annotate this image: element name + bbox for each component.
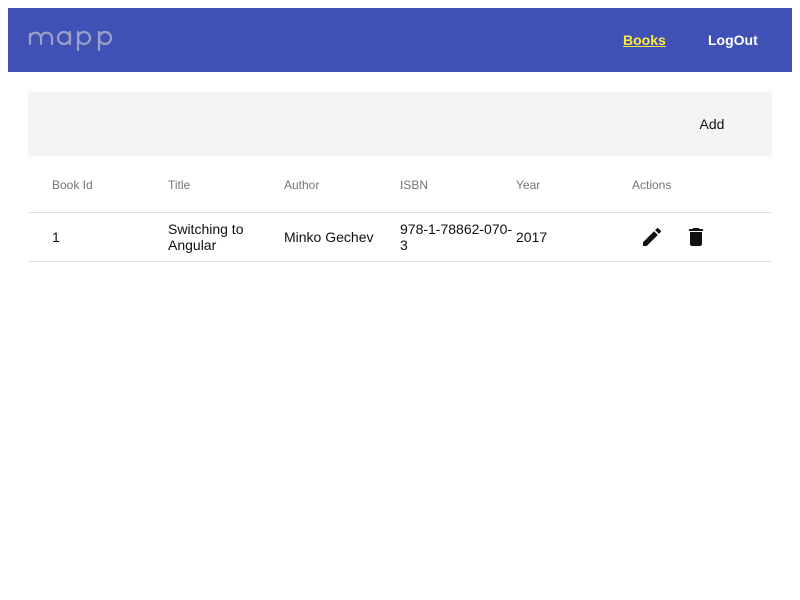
book-author-cell: Minko Gechev bbox=[284, 229, 374, 245]
table-row: 1 Switching to Angular Minko Gechev 978-… bbox=[28, 213, 772, 262]
column-header-isbn: ISBN bbox=[400, 178, 429, 192]
column-header-book-id: Book Id bbox=[52, 178, 93, 192]
column-header-title: Title bbox=[168, 178, 191, 192]
nav-books-link[interactable]: Books bbox=[623, 32, 666, 48]
books-table: Book Id Title Author ISBN Year Actions 1… bbox=[28, 156, 772, 262]
edit-book-button[interactable] bbox=[640, 225, 664, 249]
book-title-cell: Switching to Angular bbox=[168, 221, 244, 253]
top-navbar: mapp Books LogOut bbox=[8, 8, 792, 72]
column-header-year: Year bbox=[516, 178, 541, 192]
nav-logout-link[interactable]: LogOut bbox=[708, 32, 758, 48]
book-id-cell: 1 bbox=[52, 229, 60, 245]
edit-icon bbox=[643, 227, 662, 246]
delete-icon bbox=[689, 228, 703, 246]
book-isbn-cell: 978-1-78862-070-3 bbox=[400, 221, 513, 253]
column-header-author: Author bbox=[284, 178, 320, 192]
add-book-button[interactable]: Add bbox=[684, 108, 740, 140]
column-header-actions: Actions bbox=[632, 178, 672, 192]
table-header-row: Book Id Title Author ISBN Year Actions bbox=[28, 156, 772, 213]
delete-book-button[interactable] bbox=[684, 225, 708, 249]
table-toolbar: Add bbox=[28, 92, 772, 156]
book-year-cell: 2017 bbox=[516, 229, 548, 245]
mapp-logo[interactable]: mapp bbox=[28, 18, 122, 58]
